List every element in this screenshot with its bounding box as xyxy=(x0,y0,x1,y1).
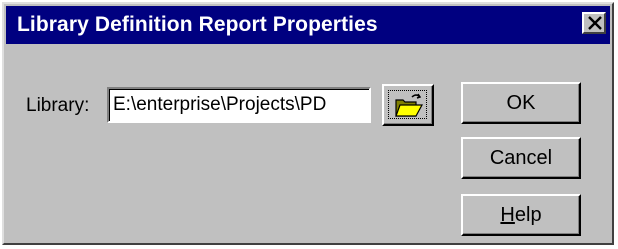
cancel-button[interactable]: Cancel xyxy=(461,137,581,179)
library-label: Library: xyxy=(26,95,90,116)
title-bar[interactable]: Library Definition Report Properties xyxy=(6,6,610,44)
close-button[interactable] xyxy=(582,12,606,34)
close-icon xyxy=(588,16,602,30)
help-mnemonic: H xyxy=(500,203,515,226)
window-title: Library Definition Report Properties xyxy=(17,13,378,36)
help-label-rest: elp xyxy=(514,203,542,226)
properties-dialog: Library Definition Report Properties Lib… xyxy=(2,2,614,245)
library-path-input[interactable] xyxy=(107,87,371,123)
ok-button[interactable]: OK xyxy=(461,82,581,124)
open-folder-icon xyxy=(395,93,424,117)
help-button[interactable]: Help xyxy=(461,194,581,236)
browse-folder-button[interactable] xyxy=(382,84,434,126)
